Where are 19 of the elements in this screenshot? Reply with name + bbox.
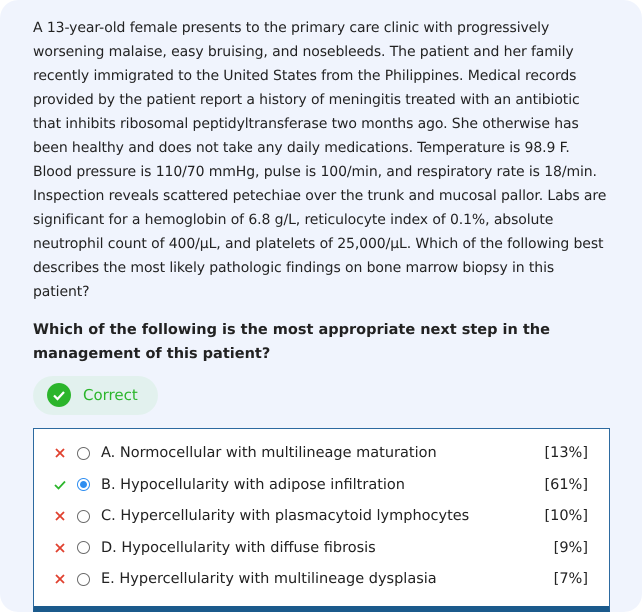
answer-percentage: [61%] (544, 476, 588, 493)
radio-button[interactable] (77, 446, 90, 460)
answer-option[interactable]: B. Hypocellularity with adipose infiltration (101, 476, 534, 493)
radio-button[interactable] (77, 510, 90, 523)
answer-percentage: [9%] (554, 540, 588, 556)
answer-option[interactable]: E. Hypercellularity with multilineage dysplasia (101, 571, 543, 588)
answer-option[interactable]: A. Normocellular with multilineage maturation (101, 445, 534, 462)
answer-option[interactable]: C. Hypercellularity with plasmacytoid lymphocytes (101, 508, 534, 524)
radio-button[interactable] (77, 478, 90, 492)
radio-button[interactable] (77, 541, 90, 554)
answer-percentage: [10%] (544, 508, 588, 524)
radio-button[interactable] (77, 572, 90, 586)
question-stem: A 13-year-old female presents to the primary care clinic with progressively worsening malaise, easy bruising, and nosebleeds. The patient and her family recently immigrated to the United States from the Philippines. Medical records provided by the patient report a history of meningitis treated with an antibiotic that inhibits ribosomal peptidyltransferase two months ago. She otherwise has been healthy and does not take any daily medications. Temperature is 98.9 F. Blood pressure is 110/70 mmHg, pulse is 100/min, and respiratory rate is 18/min. Inspection reveals scattered petechiae over the trunk and mucosal pallor. Labs are significant for a hemoglobin of 6.8 g/L, reticulocyte index of 0.1%, absolute neutrophil count of 400/μL, and platelets of 25,000/μL. Which of the following best describes the most likely pathologic findings on bone marrow biopsy in this patient? (33, 19, 608, 302)
answer-percentage: [13%] (544, 445, 588, 462)
result-label: Correct (83, 386, 138, 404)
answer-option[interactable]: D. Hypocellularity with diffuse fibrosis (101, 540, 543, 556)
question-prompt: Which of the following is the most appropriate next step in the management of this patient? (33, 321, 551, 364)
check-circle-icon (47, 383, 71, 408)
answer-percentage: [7%] (554, 571, 588, 588)
